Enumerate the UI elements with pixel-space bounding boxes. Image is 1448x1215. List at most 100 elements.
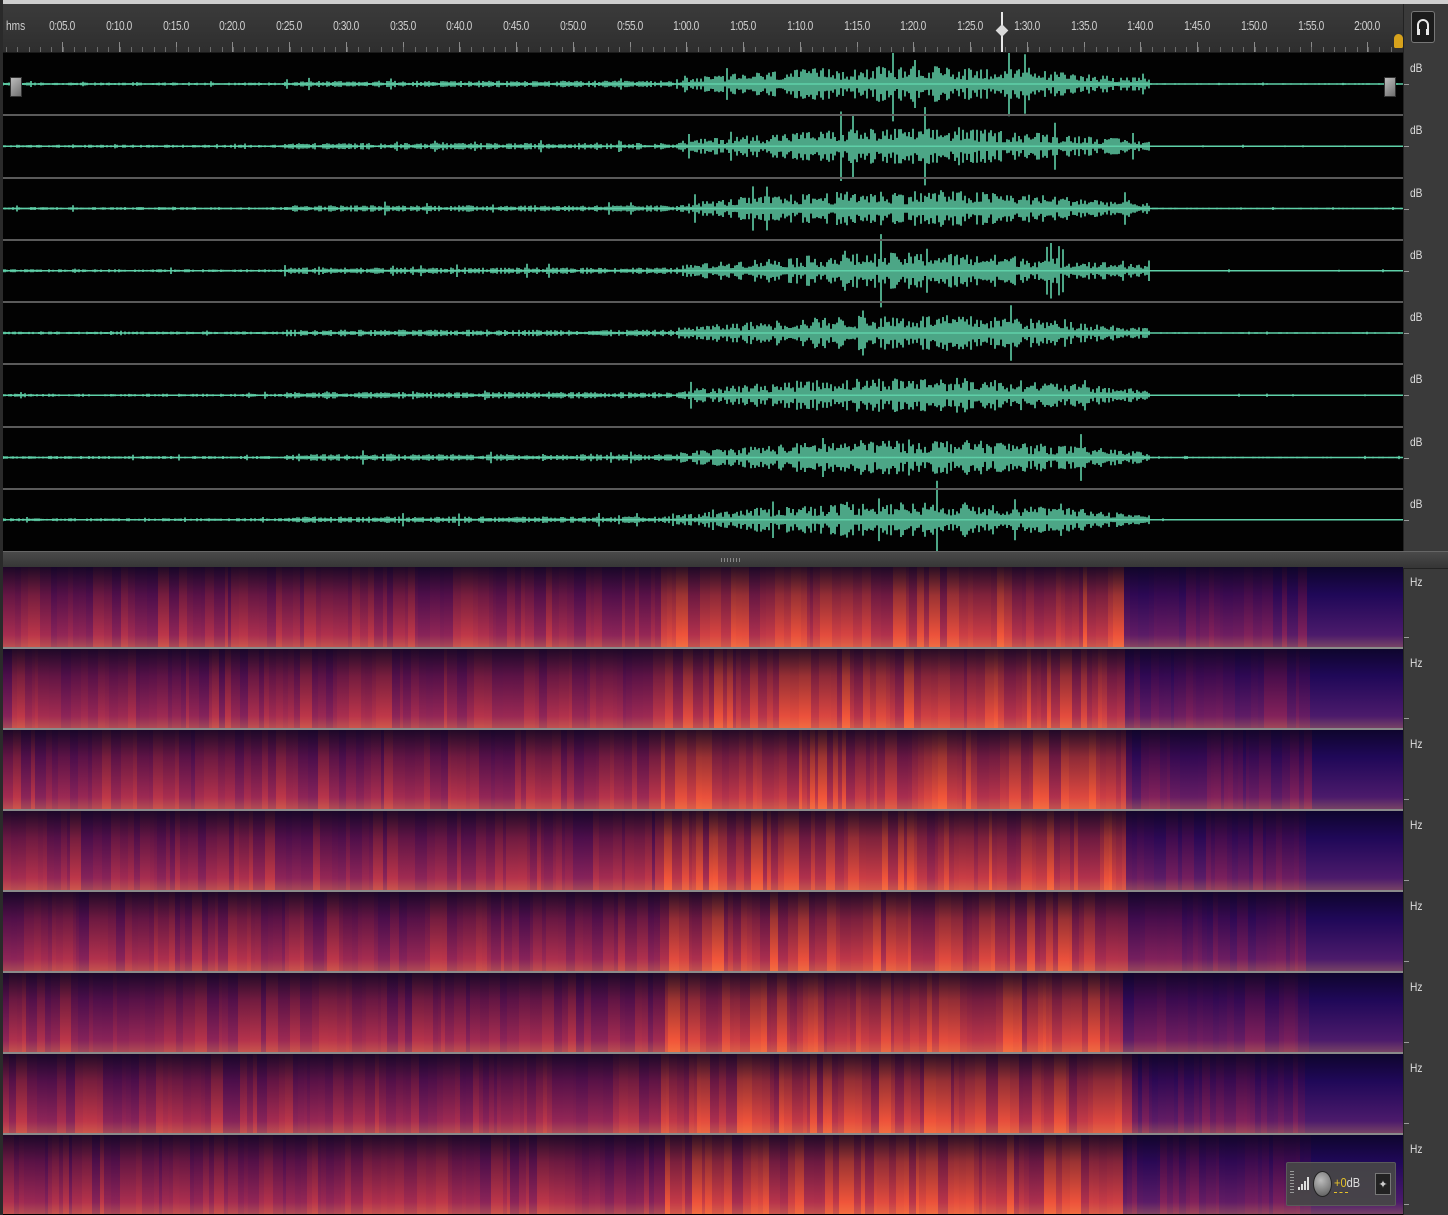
tick-label: 1:50.0 (1240, 18, 1267, 33)
tick-minor (1061, 47, 1063, 52)
spectral-divider (3, 647, 1403, 649)
spectral-channel (3, 648, 1403, 728)
tick-minor (743, 47, 745, 52)
volume-knob[interactable] (1313, 1171, 1332, 1197)
tick-minor (959, 47, 961, 52)
tick-minor (982, 47, 984, 52)
tick-minor (1107, 47, 1108, 52)
tick-minor (618, 47, 620, 52)
tick-minor (1163, 47, 1165, 52)
tick-minor (1390, 47, 1392, 52)
tick-minor (130, 47, 132, 52)
tick-label: 0:20.0 (219, 18, 246, 33)
tick-minor (539, 47, 541, 52)
volume-hud[interactable]: +0dB ✦ (1286, 1162, 1396, 1206)
volume-value: +0 (1334, 1175, 1347, 1190)
tick-minor (891, 47, 893, 52)
tick-minor (28, 47, 30, 52)
tick-minor (800, 47, 802, 52)
tick-minor (85, 47, 87, 52)
tick-minor (641, 47, 643, 52)
tick-minor (845, 47, 847, 52)
hz-label: Hz (1410, 737, 1423, 751)
tick-minor (653, 47, 654, 52)
level-meter-icon (1298, 1177, 1309, 1190)
tick-label: 1:40.0 (1127, 18, 1154, 33)
tick-label: 1:30.0 (1013, 18, 1040, 33)
tick-minor (1265, 47, 1267, 52)
tick-minor (1004, 47, 1006, 52)
fade-out-handle[interactable] (1384, 77, 1396, 97)
tick-label: 0:45.0 (503, 18, 529, 33)
timeline-ruler[interactable]: hms 0:05.0 0:10.0 0:15.0 0:20.0 0:25.0 0:30.0… (3, 4, 1403, 53)
tick-minor (1311, 47, 1313, 52)
db-label: dB (1410, 247, 1423, 262)
tick-minor (902, 47, 904, 52)
tick-minor (550, 47, 552, 52)
spectral-display[interactable] (3, 567, 1403, 1215)
spectral-channel (3, 729, 1403, 809)
tick-label: 0:30.0 (332, 18, 359, 33)
tick-label: 1:10.0 (786, 18, 813, 33)
tick-minor (1288, 47, 1290, 52)
tick-label: 1:35.0 (1070, 18, 1097, 33)
end-marker[interactable] (1394, 34, 1403, 48)
volume-readout[interactable]: +0dB (1334, 1175, 1360, 1190)
spectral-channel (3, 567, 1403, 647)
tick-minor (119, 47, 121, 52)
tick-minor (346, 47, 348, 52)
tick-minor (51, 47, 53, 52)
tick-minor (732, 47, 734, 52)
db-label: dB (1410, 434, 1423, 449)
waveform-channel (3, 53, 1402, 122)
tick-label: 0:50.0 (559, 18, 586, 33)
tick-minor (176, 47, 178, 52)
tick-minor (789, 47, 791, 52)
tick-minor (414, 47, 416, 52)
tick-minor (1084, 47, 1086, 52)
tick-minor (391, 47, 393, 52)
hz-label: Hz (1410, 575, 1423, 589)
hud-drag-handle[interactable] (1290, 1171, 1294, 1195)
pin-button[interactable]: ✦ (1375, 1173, 1391, 1195)
spectral-divider (3, 728, 1403, 730)
tick-minor (528, 47, 530, 52)
hz-label: Hz (1410, 1061, 1423, 1075)
tick-minor (573, 47, 575, 52)
tick-minor (1038, 47, 1040, 52)
channel-divider (3, 238, 1403, 241)
tick-minor (255, 47, 257, 52)
tick-minor (471, 47, 473, 52)
tick-label: 0:25.0 (276, 18, 302, 33)
tick-minor (312, 47, 314, 52)
tick-label: 1:05.0 (730, 18, 756, 33)
time-format-label[interactable]: hms (6, 18, 25, 33)
tick-minor (1356, 47, 1358, 52)
tick-minor (698, 47, 700, 52)
tick-minor (6, 47, 7, 52)
tick-minor (1277, 47, 1279, 52)
playhead-marker[interactable] (995, 24, 1009, 37)
waveform-display[interactable] (3, 53, 1403, 551)
tick-minor (369, 47, 371, 52)
db-tick (1404, 208, 1409, 210)
tick-minor (755, 47, 757, 52)
db-tick (1404, 146, 1409, 148)
tick-label: 0:15.0 (162, 18, 189, 33)
tick-minor (437, 47, 439, 52)
pin-icon: ✦ (1378, 1178, 1388, 1191)
tick-minor (17, 47, 19, 52)
tick-minor (596, 47, 598, 52)
db-label: dB (1410, 496, 1423, 511)
tick-label: 1:20.0 (900, 18, 927, 33)
tick-minor (1243, 47, 1245, 52)
headphone-button[interactable] (1411, 11, 1435, 43)
spectral-channel (3, 1053, 1403, 1133)
hz-tick (1404, 718, 1409, 719)
fade-in-handle[interactable] (10, 77, 22, 97)
tick-minor (494, 47, 496, 52)
hz-label: Hz (1410, 980, 1423, 994)
channel-divider (3, 487, 1403, 490)
tick-label: 0:35.0 (389, 18, 416, 33)
tick-minor (675, 47, 677, 52)
